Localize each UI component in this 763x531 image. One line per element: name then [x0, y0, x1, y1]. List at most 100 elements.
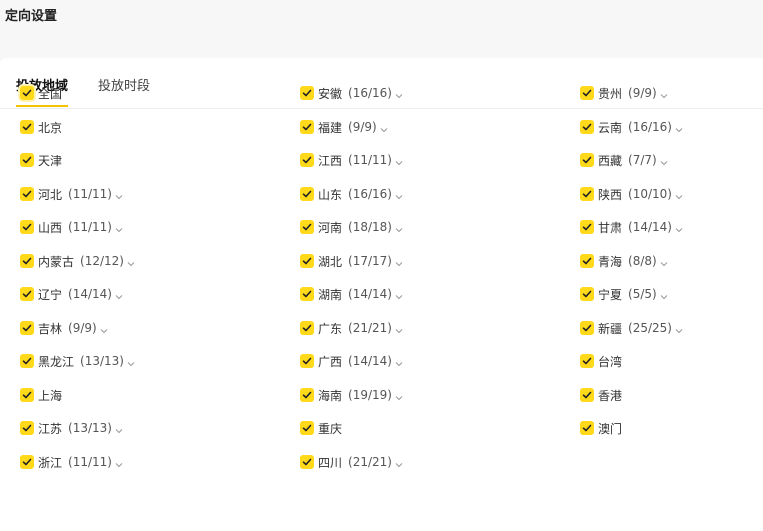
region-option[interactable]: 山西 (11/11) [20, 218, 123, 236]
checkbox[interactable] [20, 254, 34, 268]
checkbox[interactable] [300, 421, 314, 435]
region-option[interactable]: 安徽 (16/16) [300, 84, 403, 102]
chevron-down-icon[interactable] [395, 324, 403, 334]
region-option[interactable]: 澳门 [580, 419, 628, 437]
chevron-down-icon[interactable] [395, 290, 403, 300]
chevron-down-icon[interactable] [675, 223, 683, 233]
region-option[interactable]: 台湾 [580, 352, 628, 370]
chevron-down-icon[interactable] [675, 123, 683, 133]
region-option[interactable]: 江苏 (13/13) [20, 419, 123, 437]
checkbox[interactable] [580, 120, 594, 134]
checkbox[interactable] [580, 153, 594, 167]
checkbox[interactable] [580, 321, 594, 335]
checkbox[interactable] [20, 220, 34, 234]
checkbox[interactable] [300, 187, 314, 201]
checkbox[interactable] [300, 287, 314, 301]
region-option[interactable]: 天津 [20, 151, 68, 169]
checkbox[interactable] [20, 421, 34, 435]
chevron-down-icon[interactable] [127, 257, 135, 267]
chevron-down-icon[interactable] [395, 223, 403, 233]
checkbox[interactable] [300, 120, 314, 134]
checkbox[interactable] [580, 254, 594, 268]
chevron-down-icon[interactable] [115, 458, 123, 468]
region-option[interactable]: 全国 [20, 84, 68, 102]
region-option[interactable]: 重庆 [300, 419, 348, 437]
region-option[interactable]: 云南 (16/16) [580, 118, 683, 136]
checkbox[interactable] [20, 455, 34, 469]
checkbox[interactable] [20, 354, 34, 368]
region-option[interactable]: 西藏 (7/7) [580, 151, 668, 169]
chevron-down-icon[interactable] [660, 156, 668, 166]
region-option[interactable]: 广西 (14/14) [300, 352, 403, 370]
checkbox[interactable] [580, 187, 594, 201]
checkbox[interactable] [580, 354, 594, 368]
checkbox[interactable] [20, 86, 34, 100]
chevron-down-icon[interactable] [115, 223, 123, 233]
chevron-down-icon[interactable] [395, 357, 403, 367]
region-option[interactable]: 内蒙古 (12/12) [20, 252, 135, 270]
chevron-down-icon[interactable] [127, 357, 135, 367]
region-option[interactable]: 河南 (18/18) [300, 218, 403, 236]
region-option[interactable]: 新疆 (25/25) [580, 319, 683, 337]
chevron-down-icon[interactable] [395, 458, 403, 468]
chevron-down-icon[interactable] [380, 123, 388, 133]
region-name: 陕西 [598, 187, 623, 202]
checkbox[interactable] [300, 220, 314, 234]
region-option[interactable]: 北京 [20, 118, 68, 136]
chevron-down-icon[interactable] [115, 190, 123, 200]
region-option[interactable]: 甘肃 (14/14) [580, 218, 683, 236]
checkbox[interactable] [300, 321, 314, 335]
region-option[interactable]: 浙江 (11/11) [20, 453, 123, 471]
checkbox[interactable] [300, 86, 314, 100]
checkbox[interactable] [20, 321, 34, 335]
region-option[interactable]: 广东 (21/21) [300, 319, 403, 337]
chevron-down-icon[interactable] [115, 290, 123, 300]
checkbox[interactable] [300, 455, 314, 469]
checkbox[interactable] [300, 354, 314, 368]
region-option[interactable]: 湖北 (17/17) [300, 252, 403, 270]
region-option[interactable]: 福建 (9/9) [300, 118, 388, 136]
region-option[interactable]: 吉林 (9/9) [20, 319, 108, 337]
checkbox[interactable] [20, 153, 34, 167]
checkbox[interactable] [580, 220, 594, 234]
region-option[interactable]: 海南 (19/19) [300, 386, 403, 404]
chevron-down-icon[interactable] [395, 391, 403, 401]
chevron-down-icon[interactable] [100, 324, 108, 334]
chevron-down-icon[interactable] [395, 190, 403, 200]
chevron-down-icon[interactable] [675, 324, 683, 334]
checkbox[interactable] [580, 86, 594, 100]
checkbox[interactable] [20, 187, 34, 201]
checkbox[interactable] [20, 120, 34, 134]
checkbox[interactable] [580, 421, 594, 435]
checkbox[interactable] [300, 153, 314, 167]
chevron-down-icon[interactable] [115, 424, 123, 434]
region-option[interactable]: 河北 (11/11) [20, 185, 123, 203]
region-option[interactable]: 陕西 (10/10) [580, 185, 683, 203]
region-option[interactable]: 上海 [20, 386, 68, 404]
chevron-down-icon[interactable] [395, 257, 403, 267]
chevron-down-icon[interactable] [660, 89, 668, 99]
checkbox[interactable] [580, 388, 594, 402]
chevron-down-icon[interactable] [660, 257, 668, 267]
checkbox[interactable] [300, 388, 314, 402]
region-option[interactable]: 湖南 (14/14) [300, 285, 403, 303]
region-option[interactable]: 辽宁 (14/14) [20, 285, 123, 303]
chevron-down-icon[interactable] [395, 156, 403, 166]
region-option[interactable]: 香港 [580, 386, 628, 404]
chevron-down-icon[interactable] [395, 89, 403, 99]
region-option[interactable]: 黑龙江 (13/13) [20, 352, 135, 370]
chevron-down-icon[interactable] [660, 290, 668, 300]
checkbox[interactable] [300, 254, 314, 268]
region-option[interactable]: 山东 (16/16) [300, 185, 403, 203]
region-option[interactable]: 宁夏 (5/5) [580, 285, 668, 303]
region-option[interactable]: 江西 (11/11) [300, 151, 403, 169]
region-option[interactable]: 四川 (21/21) [300, 453, 403, 471]
chevron-down-icon[interactable] [675, 190, 683, 200]
checkbox[interactable] [20, 388, 34, 402]
check-icon [582, 391, 592, 399]
region-option[interactable]: 青海 (8/8) [580, 252, 668, 270]
tab-time[interactable]: 投放时段 [98, 75, 150, 94]
checkbox[interactable] [580, 287, 594, 301]
checkbox[interactable] [20, 287, 34, 301]
region-option[interactable]: 贵州 (9/9) [580, 84, 668, 102]
